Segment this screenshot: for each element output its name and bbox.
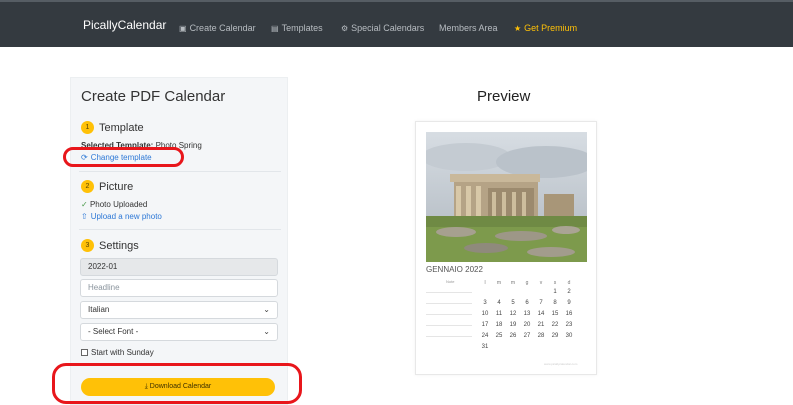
- font-select[interactable]: - Select Font - ⌄: [80, 323, 278, 341]
- preview-title: Preview: [477, 88, 531, 105]
- headline-input[interactable]: Headline: [80, 279, 278, 297]
- weekday-label: m: [510, 280, 516, 286]
- calendar-photo: [426, 132, 587, 262]
- photo-status: ✓ Photo Uploaded: [81, 200, 147, 209]
- note-line: [426, 303, 472, 304]
- upload-photo-link[interactable]: ⇧ Upload a new photo: [81, 212, 162, 221]
- weekday-label: d: [567, 280, 571, 286]
- calendar-day: 11: [495, 311, 503, 317]
- weekday-label: l: [484, 280, 486, 286]
- calendar-icon: ▣: [179, 24, 187, 33]
- weekday-label: v: [539, 280, 543, 286]
- calendar-day: 14: [537, 311, 545, 317]
- calendar-day: 13: [523, 311, 531, 317]
- nav-label: Members Area: [439, 23, 498, 33]
- panel-title: Create PDF Calendar: [81, 88, 226, 105]
- calendar-day: 15: [551, 311, 559, 317]
- month-field[interactable]: 2022-01: [80, 258, 278, 276]
- upload-icon: ⇧: [81, 212, 88, 221]
- calendar-day: 31: [481, 344, 489, 350]
- start-sunday-label: Start with Sunday: [91, 348, 154, 357]
- weekday-label: m: [496, 280, 502, 286]
- divider: [79, 229, 281, 230]
- calendar-day: 8: [553, 300, 557, 306]
- calendar-day: 3: [483, 300, 487, 306]
- nav-special-calendars[interactable]: ⚙ Special Calendars: [341, 23, 424, 33]
- calendar-day: 1: [553, 289, 557, 295]
- calendar-day: 6: [525, 300, 529, 306]
- language-select[interactable]: Italian ⌄: [80, 301, 278, 319]
- check-icon: ✓: [81, 200, 88, 209]
- card-footer: www.picallycalendar.com: [544, 362, 578, 366]
- calendar-day: 2: [567, 289, 571, 295]
- star-icon: ★: [514, 24, 522, 33]
- note-line: [426, 314, 472, 315]
- calendar-day: 5: [511, 300, 515, 306]
- step-label: Template: [99, 121, 144, 134]
- calendar-day: 18: [495, 322, 503, 328]
- month-label: GENNAIO 2022: [426, 265, 483, 274]
- nav-get-premium[interactable]: ★ Get Premium: [514, 23, 577, 33]
- weekday-label: s: [553, 280, 557, 286]
- step-number-badge: 3: [81, 239, 94, 252]
- gear-icon: ⚙: [341, 24, 349, 33]
- note-line: [426, 325, 472, 326]
- calendar-day: 24: [481, 333, 489, 339]
- step-number-badge: 2: [81, 180, 94, 193]
- nav-create-calendar[interactable]: ▣ Create Calendar: [179, 23, 256, 33]
- calendar-day: 26: [509, 333, 517, 339]
- calendar-day: 29: [551, 333, 559, 339]
- calendar-day: 23: [565, 322, 573, 328]
- upload-photo-label: Upload a new photo: [90, 212, 162, 221]
- calendar-day: 21: [537, 322, 545, 328]
- step-settings: 3 Settings: [81, 239, 281, 252]
- nav-templates[interactable]: ▤ Templates: [271, 23, 323, 33]
- photo-status-label: Photo Uploaded: [89, 200, 148, 209]
- calendar-day: 28: [537, 333, 545, 339]
- create-calendar-panel: Create PDF Calendar 1 Template Selected …: [70, 77, 288, 405]
- calendar-day: 12: [509, 311, 517, 317]
- calendar-day: 22: [551, 322, 559, 328]
- nav-label: Create Calendar: [189, 23, 256, 33]
- note-line: [426, 292, 472, 293]
- calendar-day: 7: [539, 300, 543, 306]
- navbar: PicallyCalendar ▣ Create Calendar ▤ Templa…: [0, 0, 793, 47]
- step-number-badge: 1: [81, 121, 94, 134]
- erechtheion-photo: [426, 132, 587, 262]
- note-line: [426, 336, 472, 337]
- nav-members-area[interactable]: Members Area: [439, 23, 498, 33]
- calendar-day: 30: [565, 333, 573, 339]
- calendar-day: 19: [509, 322, 517, 328]
- brand-logo[interactable]: PicallyCalendar: [83, 18, 166, 32]
- weekday-label: g: [525, 280, 529, 286]
- divider: [79, 171, 281, 172]
- nav-label: Special Calendars: [351, 23, 425, 33]
- chevron-down-icon: ⌄: [263, 305, 270, 314]
- start-sunday-checkbox[interactable]: Start with Sunday: [81, 348, 154, 357]
- calendar-day: 4: [497, 300, 501, 306]
- calendar-day: 16: [565, 311, 573, 317]
- step-template: 1 Template: [81, 121, 281, 134]
- calendar-day: 25: [495, 333, 503, 339]
- file-icon: ▤: [271, 24, 279, 33]
- step-picture: 2 Picture: [81, 180, 281, 193]
- highlight-change-template: [63, 147, 184, 167]
- language-select-value: Italian: [88, 305, 110, 314]
- font-select-value: - Select Font -: [88, 327, 139, 336]
- calendar-day: 17: [481, 322, 489, 328]
- calendar-day: 20: [523, 322, 531, 328]
- notes-header: Note: [446, 279, 455, 284]
- highlight-download-button: [52, 363, 302, 404]
- chevron-down-icon: ⌄: [263, 327, 270, 336]
- calendar-day: 9: [567, 300, 571, 306]
- checkbox-box[interactable]: [81, 349, 88, 356]
- step-label: Picture: [99, 180, 134, 193]
- calendar-day: 27: [523, 333, 531, 339]
- calendar-day: 10: [481, 311, 489, 317]
- calendar-preview-card: GENNAIO 2022 Note l m m g v s d 1 2 3 4 5 6 7 8 9 10 11 12…: [415, 121, 597, 375]
- step-label: Settings: [99, 239, 139, 252]
- nav-label: Get Premium: [524, 23, 578, 33]
- nav-label: Templates: [281, 23, 323, 33]
